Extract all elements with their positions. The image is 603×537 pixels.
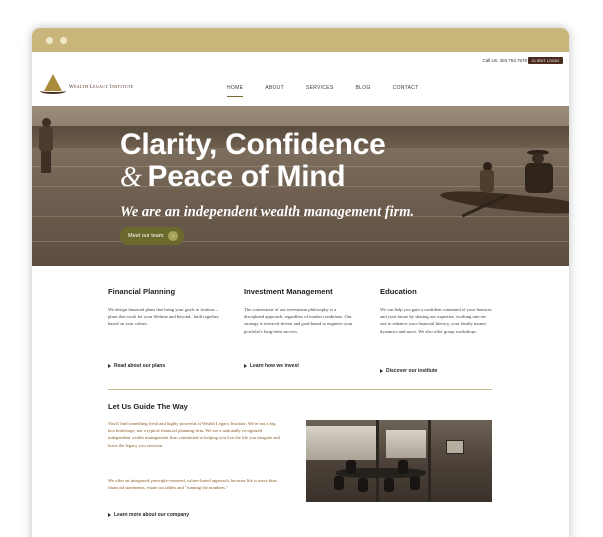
nav-item-services[interactable]: SERVICES	[299, 85, 341, 91]
link-label: Learn more about our company	[114, 512, 190, 518]
column-body: We design financial plans that bring you…	[108, 307, 220, 327]
nav-item-home[interactable]: HOME	[220, 85, 250, 97]
window-dot-1[interactable]	[46, 37, 53, 44]
hero-title-line2: Peace of Mind	[147, 160, 346, 193]
browser-chrome-bar	[32, 28, 569, 52]
read-about-plans-link[interactable]: Read about our plans	[108, 363, 165, 369]
nav-item-blog[interactable]: BLOG	[349, 85, 378, 91]
guide-title: Let Us Guide The Way	[108, 402, 188, 411]
window-dot-2[interactable]	[60, 37, 67, 44]
hero-title: Clarity, Confidence & Peace of Mind	[120, 128, 386, 194]
browser-window: Call Us: 303.753.7578 CLIENT LOGIN Wealt…	[32, 28, 569, 537]
client-login-button[interactable]: CLIENT LOGIN	[527, 57, 563, 64]
column-body: We can help you gain a confident command…	[380, 307, 492, 334]
column-title: Financial Planning	[108, 287, 176, 296]
column-title: Investment Management	[244, 287, 333, 296]
column-education: Education We can help you gain a confide…	[380, 287, 492, 374]
arrow-right-icon	[380, 369, 383, 373]
site-header: Wealth Legacy Institute HOME ABOUT SERVI…	[32, 68, 569, 106]
hero-subtitle: We are an independent wealth management …	[120, 204, 415, 220]
hero-banner: Clarity, Confidence & Peace of Mind We a…	[32, 106, 569, 266]
logo-mark-icon	[40, 74, 66, 96]
hero-child-figure	[36, 118, 56, 178]
discover-institute-link[interactable]: Discover our institute	[380, 368, 437, 374]
nav-item-contact[interactable]: CONTACT	[386, 85, 426, 91]
section-divider	[108, 389, 492, 390]
arrow-right-icon	[108, 513, 111, 517]
learn-more-company-link[interactable]: Learn more about our company	[108, 512, 189, 518]
guide-paragraph-1: You'll find something fresh and highly p…	[108, 421, 280, 448]
nav-item-about[interactable]: ABOUT	[258, 85, 291, 91]
guide-paragraph-2: We offer an integrated, principle-center…	[108, 478, 277, 491]
link-label: Discover our institute	[386, 368, 438, 374]
office-photo	[306, 420, 492, 502]
hero-canoe-image	[439, 150, 569, 218]
meet-our-team-button[interactable]: Meet our team ›	[120, 227, 185, 245]
utility-bar: Call Us: 303.753.7578 CLIENT LOGIN	[32, 52, 569, 68]
arrow-right-icon	[244, 364, 247, 368]
hero-title-line1: Clarity, Confidence	[120, 128, 386, 161]
main-nav: HOME ABOUT SERVICES BLOG CONTACT	[220, 85, 426, 97]
link-label: Read about our plans	[114, 363, 166, 369]
meet-our-team-label: Meet our team	[128, 233, 164, 239]
logo-text: Wealth Legacy Institute	[69, 85, 134, 90]
column-body: The cornerstone of our investment philos…	[244, 307, 353, 334]
column-financial-planning: Financial Planning We design financial p…	[108, 287, 220, 369]
chevron-right-icon: ›	[168, 231, 179, 241]
link-label: Learn how we invest	[250, 363, 299, 369]
guide-section: Let Us Guide The Way You'll find somethi…	[108, 402, 492, 518]
phone-number: Call Us: 303.753.7578	[482, 58, 527, 63]
column-investment-management: Investment Management The cornerstone of…	[244, 287, 356, 369]
arrow-right-icon	[108, 364, 111, 368]
hero-title-ampersand: &	[120, 162, 142, 193]
column-title: Education	[380, 287, 417, 296]
service-columns: Financial Planning We design financial p…	[32, 266, 569, 382]
learn-how-we-invest-link[interactable]: Learn how we invest	[244, 363, 299, 369]
logo[interactable]: Wealth Legacy Institute	[40, 74, 133, 96]
